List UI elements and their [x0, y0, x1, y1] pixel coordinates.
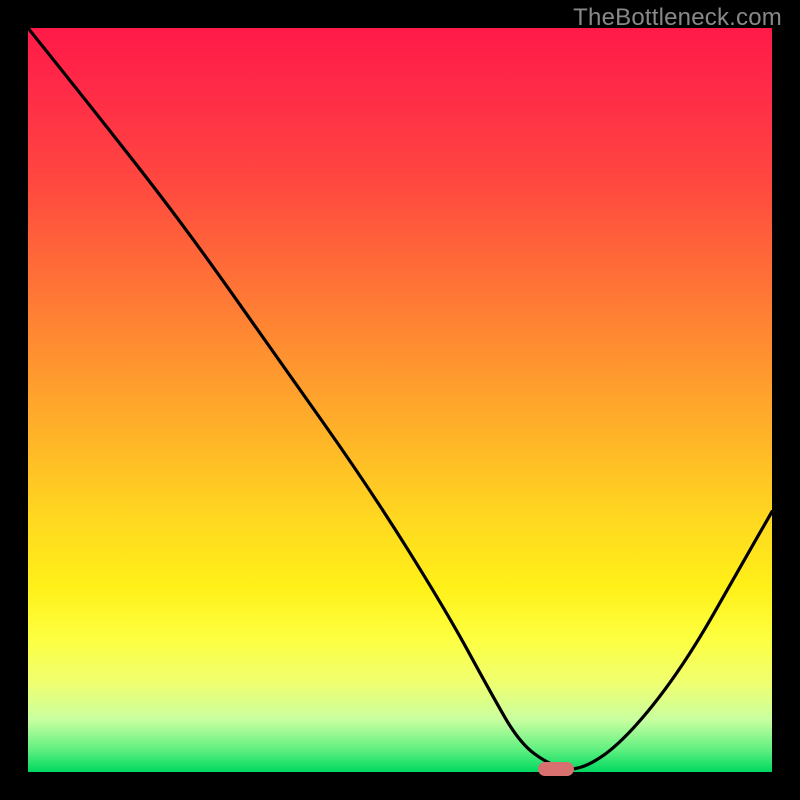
bottleneck-curve: [28, 28, 772, 769]
optimal-marker: [538, 762, 574, 776]
chart-container: TheBottleneck.com: [0, 0, 800, 800]
plot-area: [28, 28, 772, 772]
curve-svg: [28, 28, 772, 772]
